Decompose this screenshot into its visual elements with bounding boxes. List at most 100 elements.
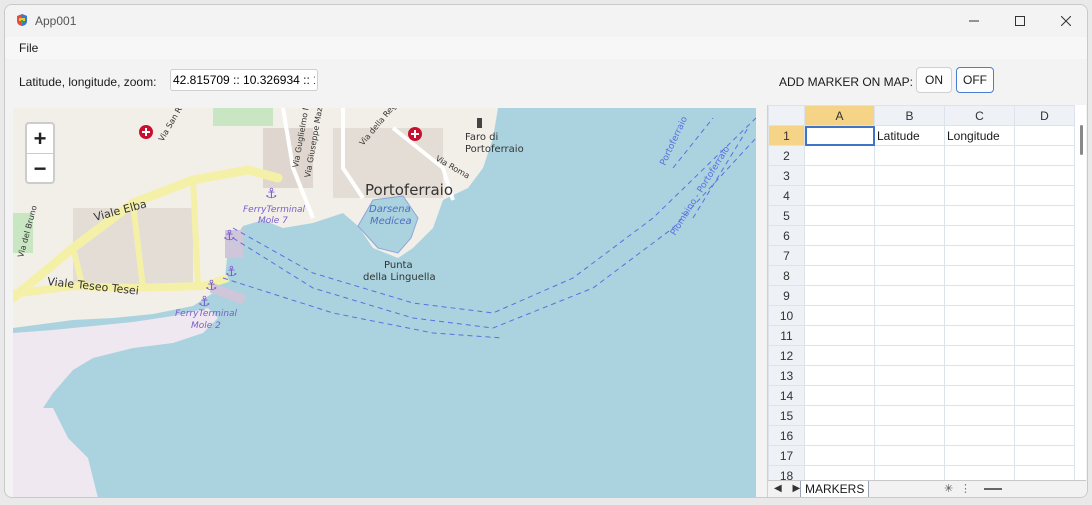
cell[interactable]: [944, 145, 1015, 166]
cell[interactable]: [1014, 365, 1075, 386]
horizontal-scrollbar[interactable]: [984, 488, 1002, 490]
cell[interactable]: [874, 245, 945, 266]
cell[interactable]: [804, 445, 875, 466]
row-header[interactable]: 9: [768, 285, 805, 306]
maximize-icon[interactable]: [997, 5, 1043, 37]
select-all-corner[interactable]: [768, 105, 805, 126]
cell[interactable]: [944, 345, 1015, 366]
cell[interactable]: [874, 305, 945, 326]
menu-file[interactable]: File: [19, 41, 38, 55]
row-header[interactable]: 15: [768, 405, 805, 426]
cell[interactable]: [874, 405, 945, 426]
cell[interactable]: [874, 385, 945, 406]
row-header[interactable]: 3: [768, 165, 805, 186]
row-header[interactable]: 7: [768, 245, 805, 266]
cell[interactable]: [944, 225, 1015, 246]
cell[interactable]: [804, 165, 875, 186]
cell[interactable]: [1014, 305, 1075, 326]
row-header[interactable]: 12: [768, 345, 805, 366]
cell[interactable]: [874, 285, 945, 306]
cell[interactable]: [944, 245, 1015, 266]
cell[interactable]: [874, 345, 945, 366]
cell[interactable]: [944, 425, 1015, 446]
cell[interactable]: [804, 325, 875, 346]
cell[interactable]: [804, 185, 875, 206]
marker-on-button[interactable]: ON: [916, 67, 952, 93]
cell[interactable]: [944, 305, 1015, 326]
cell[interactable]: [804, 145, 875, 166]
cell[interactable]: [1014, 125, 1075, 146]
cell[interactable]: [804, 425, 875, 446]
row-header[interactable]: 13: [768, 365, 805, 386]
cell[interactable]: [874, 185, 945, 206]
cell[interactable]: [874, 425, 945, 446]
cell[interactable]: [944, 445, 1015, 466]
cell[interactable]: [944, 365, 1015, 386]
cell[interactable]: [804, 345, 875, 366]
column-header[interactable]: B: [874, 105, 945, 126]
cell[interactable]: [804, 225, 875, 246]
zoom-out-button[interactable]: −: [27, 154, 53, 183]
cell[interactable]: Longitude: [944, 125, 1015, 146]
cell[interactable]: Latitude: [874, 125, 945, 146]
cell[interactable]: [944, 185, 1015, 206]
cell[interactable]: [1014, 405, 1075, 426]
vertical-scrollbar[interactable]: [1080, 125, 1083, 155]
cell[interactable]: [804, 285, 875, 306]
cell[interactable]: [804, 305, 875, 326]
cell[interactable]: [1014, 385, 1075, 406]
cell[interactable]: [1014, 345, 1075, 366]
cell[interactable]: [874, 365, 945, 386]
zoom-in-button[interactable]: +: [27, 124, 53, 154]
cell[interactable]: [804, 405, 875, 426]
cell[interactable]: [874, 325, 945, 346]
cell[interactable]: [804, 385, 875, 406]
spreadsheet[interactable]: ABCD 1 Latitude Longitude 2 3 4 5 6 7 8 9 10 11 12 13 1…: [767, 105, 1086, 497]
close-icon[interactable]: [1043, 5, 1087, 37]
row-header[interactable]: 2: [768, 145, 805, 166]
map-canvas[interactable]: ⚓ ⚓ ⚓ ⚓ ⚓ Portoferraio Darsena Medicea P…: [13, 108, 756, 498]
cell[interactable]: [1014, 325, 1075, 346]
cell[interactable]: [804, 365, 875, 386]
cell[interactable]: [874, 145, 945, 166]
cell[interactable]: [874, 165, 945, 186]
row-header[interactable]: 4: [768, 185, 805, 206]
cell[interactable]: [1014, 245, 1075, 266]
cell[interactable]: [944, 385, 1015, 406]
row-header[interactable]: 1: [768, 125, 805, 146]
add-sheet-icon[interactable]: ✳: [944, 482, 953, 495]
cell[interactable]: [944, 325, 1015, 346]
row-header[interactable]: 6: [768, 225, 805, 246]
map-view[interactable]: ⚓ ⚓ ⚓ ⚓ ⚓ Portoferraio Darsena Medicea P…: [13, 108, 756, 498]
row-header[interactable]: 11: [768, 325, 805, 346]
coordinate-input[interactable]: [170, 69, 318, 91]
cell[interactable]: [1014, 165, 1075, 186]
column-header[interactable]: D: [1014, 105, 1075, 126]
cell[interactable]: [1014, 205, 1075, 226]
spreadsheet-grid[interactable]: ABCD 1 Latitude Longitude 2 3 4 5 6 7 8 9 10 11 12 13 1…: [768, 105, 1075, 486]
cell[interactable]: [1014, 425, 1075, 446]
row-header[interactable]: 14: [768, 385, 805, 406]
row-header[interactable]: 17: [768, 445, 805, 466]
cell[interactable]: [804, 205, 875, 226]
minimize-icon[interactable]: [951, 5, 997, 37]
cell[interactable]: [944, 265, 1015, 286]
marker-off-button[interactable]: OFF: [956, 67, 994, 93]
tab-markers[interactable]: MARKERS: [800, 481, 870, 497]
cell[interactable]: [874, 265, 945, 286]
more-icon[interactable]: ⋮: [960, 482, 971, 495]
cell[interactable]: [1014, 185, 1075, 206]
cell[interactable]: [944, 205, 1015, 226]
row-header[interactable]: 5: [768, 205, 805, 226]
cell[interactable]: [804, 245, 875, 266]
column-header[interactable]: A: [804, 105, 875, 126]
cell[interactable]: [1014, 265, 1075, 286]
cell[interactable]: [804, 125, 875, 146]
cell[interactable]: [1014, 285, 1075, 306]
cell[interactable]: [874, 445, 945, 466]
cell[interactable]: [944, 285, 1015, 306]
cell[interactable]: [804, 265, 875, 286]
cell[interactable]: [874, 205, 945, 226]
cell[interactable]: [1014, 145, 1075, 166]
cell[interactable]: [1014, 225, 1075, 246]
